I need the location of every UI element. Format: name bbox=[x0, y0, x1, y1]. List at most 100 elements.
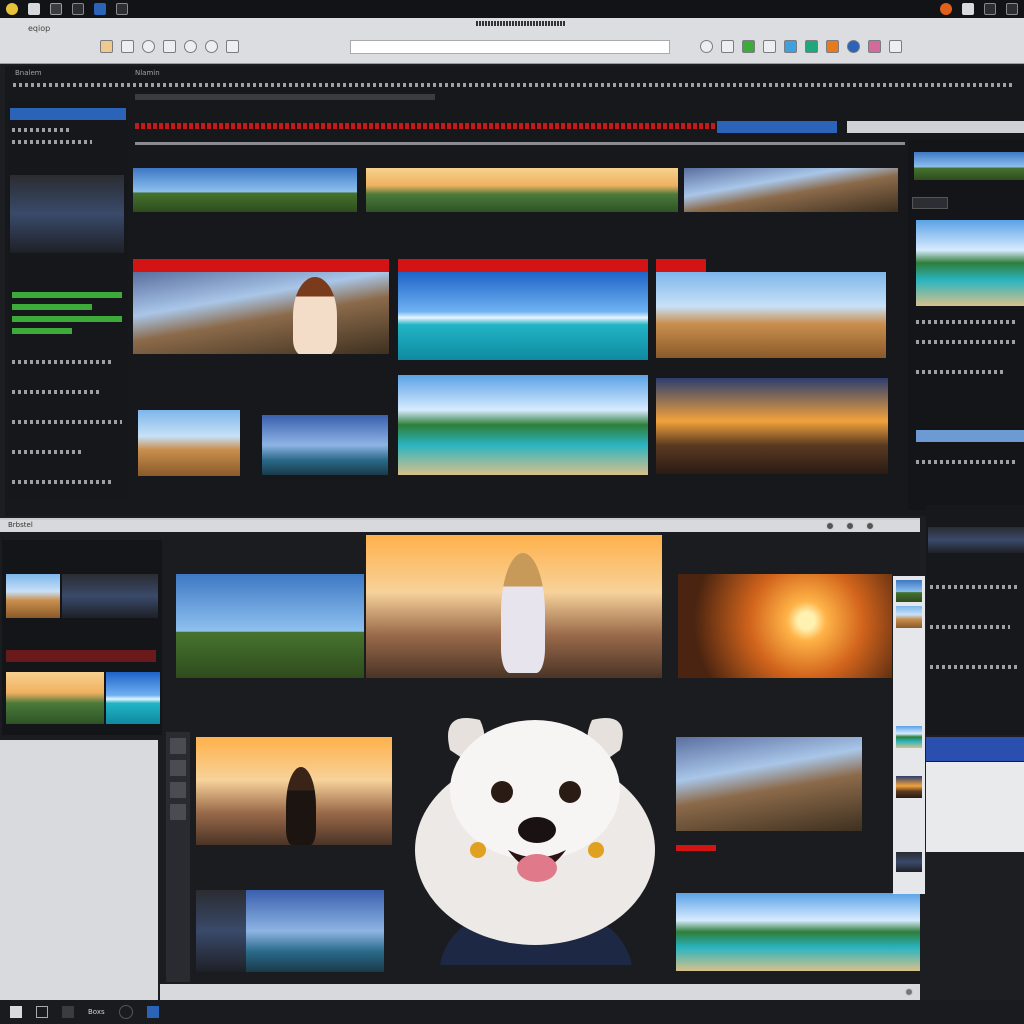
inspector-thumb[interactable] bbox=[914, 152, 1024, 180]
close-icon[interactable] bbox=[866, 522, 874, 530]
save-icon[interactable] bbox=[121, 40, 134, 53]
far-right-row[interactable] bbox=[930, 665, 1020, 669]
close-icon[interactable] bbox=[1006, 3, 1018, 15]
layers-icon[interactable] bbox=[721, 40, 734, 53]
search-input[interactable] bbox=[350, 40, 670, 54]
panel-tab-label[interactable]: Bnalem bbox=[15, 69, 42, 77]
taskbar-circle-icon[interactable] bbox=[118, 1005, 133, 1019]
history-icon[interactable] bbox=[700, 40, 713, 53]
minimize-icon[interactable] bbox=[826, 522, 834, 530]
sidebar-preview-thumb[interactable] bbox=[10, 175, 124, 253]
taskbar-item[interactable]: Boxs bbox=[88, 1008, 105, 1016]
dog-portrait[interactable] bbox=[410, 700, 660, 970]
sidebar-row[interactable] bbox=[12, 390, 102, 394]
media-thumb[interactable] bbox=[676, 893, 920, 971]
zoom-icon[interactable] bbox=[184, 40, 197, 53]
info-icon[interactable] bbox=[847, 40, 860, 53]
filmstrip-thumb[interactable] bbox=[366, 168, 678, 212]
media-thumb[interactable] bbox=[676, 737, 862, 831]
far-right-row[interactable] bbox=[930, 625, 1010, 629]
record-icon[interactable] bbox=[142, 40, 155, 53]
open-file-icon[interactable] bbox=[100, 40, 113, 53]
inspector-button[interactable] bbox=[912, 197, 948, 209]
color-icon[interactable] bbox=[868, 40, 881, 53]
filmstrip-thumb[interactable] bbox=[684, 168, 898, 212]
clip-marker[interactable] bbox=[656, 259, 706, 272]
settings-icon[interactable] bbox=[116, 3, 128, 15]
layout-icon[interactable] bbox=[163, 40, 176, 53]
media-thumb[interactable] bbox=[366, 535, 662, 678]
media-thumb[interactable] bbox=[196, 890, 246, 972]
windows-start-icon[interactable] bbox=[10, 1006, 22, 1018]
clip-list-thumb[interactable] bbox=[896, 726, 922, 748]
tool-icon[interactable] bbox=[170, 738, 186, 754]
grid-view-icon[interactable] bbox=[889, 40, 902, 53]
media-thumb[interactable] bbox=[398, 375, 648, 475]
sidebar-row[interactable] bbox=[12, 450, 82, 454]
maximize-icon[interactable] bbox=[846, 522, 854, 530]
sidebar-selected-item[interactable] bbox=[10, 108, 126, 120]
rotate-icon[interactable] bbox=[205, 40, 218, 53]
tool-icon[interactable] bbox=[170, 804, 186, 820]
far-right-thumb[interactable] bbox=[928, 527, 1024, 553]
clip-marker[interactable] bbox=[676, 845, 716, 851]
bin-thumb[interactable] bbox=[6, 672, 104, 724]
bin-thumb[interactable] bbox=[6, 574, 60, 618]
pen-icon[interactable] bbox=[72, 3, 84, 15]
inspector-row[interactable] bbox=[916, 370, 1006, 374]
minimize-icon[interactable] bbox=[984, 3, 996, 15]
taskbar-app-icon[interactable] bbox=[146, 1006, 159, 1018]
media-thumb[interactable] bbox=[398, 272, 648, 360]
sidebar-row[interactable] bbox=[12, 420, 122, 424]
brush-icon[interactable] bbox=[763, 40, 776, 53]
media-thumb[interactable] bbox=[656, 272, 886, 358]
inspector-row[interactable] bbox=[916, 340, 1016, 344]
media-thumb[interactable] bbox=[196, 737, 392, 845]
bin-thumb[interactable] bbox=[106, 672, 160, 724]
bin-red-bar[interactable] bbox=[6, 650, 156, 662]
filmstrip-thumb[interactable] bbox=[133, 168, 357, 212]
search-icon[interactable] bbox=[36, 1006, 48, 1018]
inspector-row[interactable] bbox=[916, 320, 1016, 324]
clip-list-thumb[interactable] bbox=[896, 776, 922, 798]
share-icon[interactable] bbox=[784, 40, 797, 53]
panel-header-label[interactable]: Nlamin bbox=[135, 69, 160, 77]
render-icon[interactable] bbox=[826, 40, 839, 53]
app-logo-icon[interactable] bbox=[6, 3, 18, 15]
inspector-selected-row[interactable] bbox=[916, 430, 1024, 442]
inspector-preview[interactable] bbox=[916, 220, 1024, 306]
media-thumb[interactable] bbox=[138, 410, 240, 476]
bin-thumb[interactable] bbox=[62, 574, 158, 618]
clip-list-thumb[interactable] bbox=[896, 606, 922, 628]
far-right-selected[interactable] bbox=[926, 737, 1024, 761]
media-thumb[interactable] bbox=[678, 574, 892, 678]
clip-marker[interactable] bbox=[133, 259, 389, 272]
media-thumb[interactable] bbox=[246, 890, 384, 972]
crop-icon[interactable] bbox=[226, 40, 239, 53]
tool-icon[interactable] bbox=[170, 782, 186, 798]
clip-marker[interactable] bbox=[398, 259, 648, 272]
sidebar-row[interactable] bbox=[12, 128, 72, 132]
sidebar-row[interactable] bbox=[12, 360, 112, 364]
far-right-row[interactable] bbox=[930, 585, 1020, 589]
sidebar-row[interactable] bbox=[12, 140, 92, 144]
media-thumb[interactable] bbox=[176, 574, 364, 678]
clip-list-thumb[interactable] bbox=[896, 580, 922, 602]
monitor-icon[interactable] bbox=[94, 3, 106, 15]
clip-list-thumb[interactable] bbox=[896, 852, 922, 872]
grid-icon[interactable] bbox=[50, 3, 62, 15]
selection-bar[interactable] bbox=[717, 121, 837, 133]
task-view-icon[interactable] bbox=[62, 1006, 74, 1018]
media-thumb[interactable] bbox=[133, 272, 389, 354]
windows-icon[interactable] bbox=[962, 3, 974, 15]
export-icon[interactable] bbox=[805, 40, 818, 53]
status-icon[interactable] bbox=[905, 988, 913, 996]
inspector-row[interactable] bbox=[916, 460, 1016, 464]
media-thumb[interactable] bbox=[262, 415, 388, 475]
media-thumb[interactable] bbox=[656, 378, 888, 474]
folder-icon[interactable] bbox=[28, 3, 40, 15]
browser-icon[interactable] bbox=[940, 3, 952, 15]
tool-icon[interactable] bbox=[170, 760, 186, 776]
green-tool-icon[interactable] bbox=[742, 40, 755, 53]
sidebar-row[interactable] bbox=[12, 480, 112, 484]
